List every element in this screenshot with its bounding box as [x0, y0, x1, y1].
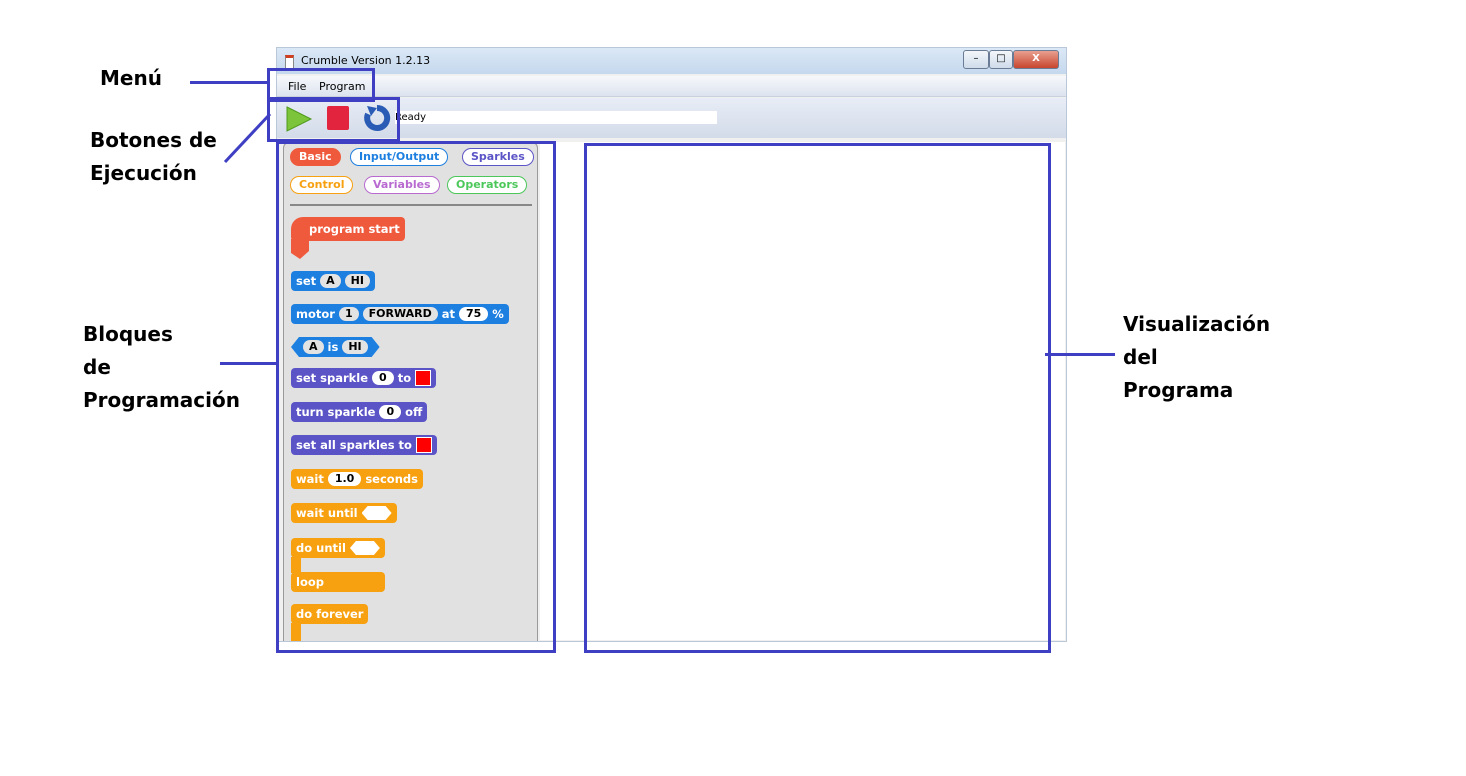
- pointer-line: [220, 362, 278, 365]
- label-line: Ejecución: [90, 161, 197, 185]
- window-title: Crumble Version 1.2.13: [301, 54, 431, 67]
- label-menu: Menú: [100, 66, 162, 90]
- label-line: Bloques: [83, 322, 173, 346]
- status-field: Ready: [395, 111, 717, 124]
- label-line: del: [1123, 345, 1158, 369]
- annotation-box-view: [584, 143, 1051, 653]
- label-line: Visualización: [1123, 312, 1271, 336]
- label-blocks: Bloques de Programación: [83, 318, 240, 417]
- label-line: Programación: [83, 388, 240, 412]
- label-view: Visualización del Programa: [1123, 308, 1270, 407]
- pointer-line: [1045, 353, 1115, 356]
- menu-bar: File Program: [277, 76, 1066, 97]
- pointer-line: [223, 112, 272, 164]
- label-buttons: Botones de Ejecución: [90, 124, 217, 190]
- pointer-line: [190, 81, 268, 84]
- maximize-button[interactable]: □: [989, 50, 1013, 69]
- minimize-button[interactable]: –: [963, 50, 989, 69]
- title-bar: Crumble Version 1.2.13 – □ X: [277, 48, 1066, 74]
- label-line: Botones de: [90, 128, 217, 152]
- label-line: de: [83, 355, 111, 379]
- annotation-box-blocks: [276, 141, 556, 653]
- annotation-box-buttons: [267, 97, 400, 142]
- label-line: Programa: [1123, 378, 1234, 402]
- app-icon: [285, 55, 294, 69]
- close-button[interactable]: X: [1013, 50, 1059, 69]
